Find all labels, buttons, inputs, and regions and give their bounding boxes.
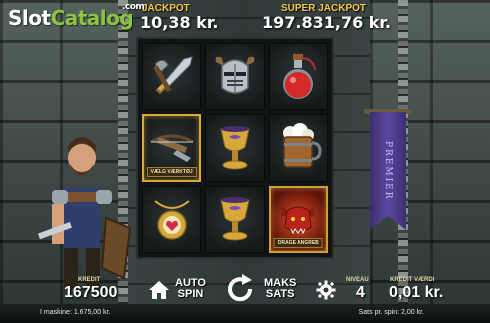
gear-icon bbox=[316, 280, 336, 300]
bet-per-spin: Sats pr. spin: 2,00 kr. bbox=[358, 309, 424, 316]
goblet-icon bbox=[220, 197, 250, 241]
dragon-icon bbox=[281, 205, 316, 235]
autospin-label-line2: SPIN bbox=[177, 288, 204, 300]
credit-value-amount[interactable]: 0,01 kr. bbox=[389, 284, 443, 302]
premier-banner[interactable]: PREMIER bbox=[370, 112, 406, 230]
symbol-golden-goblet bbox=[205, 114, 265, 182]
status-bar: I maskine: 1.675,00 kr. Sats pr. spin: 2… bbox=[0, 304, 490, 323]
symbol-knight-helmet bbox=[205, 43, 265, 111]
amulet-icon bbox=[154, 200, 190, 241]
bonus-label-dragon: DRAGE ANGREB bbox=[273, 238, 323, 248]
crossbow-icon bbox=[149, 134, 194, 162]
weapons-icon bbox=[152, 55, 193, 94]
credit-value-label: KREDIT VÆRDI bbox=[390, 277, 435, 283]
symbol-weapons bbox=[142, 43, 202, 111]
kredit-label: KREDIT bbox=[78, 277, 101, 283]
maxbet-label-line2: SATS bbox=[265, 288, 295, 300]
red-potion-icon bbox=[283, 53, 317, 99]
spin-icon bbox=[228, 274, 253, 302]
symbol-crossbow-bonus: VÆLG VÆRKTØJ bbox=[142, 114, 202, 182]
kredit-value: 167500 bbox=[64, 284, 118, 301]
niveau-value[interactable]: 4 bbox=[356, 284, 365, 302]
symbol-dragon-bonus: DRAGE ANGREB bbox=[268, 185, 328, 253]
symbol-golden-goblet-2 bbox=[205, 185, 265, 253]
autospin-button[interactable]: AUTO SPIN bbox=[175, 278, 206, 300]
hero-warrior-image bbox=[37, 137, 132, 288]
symbol-beer-mug bbox=[268, 114, 328, 182]
niveau-label: NIVEAU bbox=[346, 277, 369, 283]
super-jackpot-value: 197.831,76 kr. bbox=[262, 13, 392, 32]
symbol-red-potion bbox=[268, 43, 328, 111]
reel-grid: VÆLG VÆRKTØJ DRAGE ANGREB bbox=[136, 37, 334, 259]
jackpot-value: 10,38 kr. bbox=[140, 13, 219, 32]
game-stage: SlotCatalog .com JACKPOT 10,38 kr. SUPER… bbox=[0, 0, 490, 323]
knight-helmet-icon bbox=[215, 56, 255, 94]
brand-logo: SlotCatalog .com bbox=[8, 2, 145, 30]
symbol-amulet bbox=[142, 185, 202, 253]
beer-mug-icon bbox=[283, 122, 322, 168]
goblet-icon bbox=[220, 125, 250, 170]
max-bet-button[interactable]: MAKS SATS bbox=[264, 278, 296, 300]
home-button[interactable] bbox=[148, 280, 170, 305]
settings-button[interactable] bbox=[316, 280, 336, 305]
machine-balance: I maskine: 1.675,00 kr. bbox=[40, 309, 111, 316]
banner-label: PREMIER bbox=[383, 141, 393, 201]
home-icon bbox=[149, 281, 169, 299]
bonus-label-tools: VÆLG VÆRKTØJ bbox=[146, 166, 197, 177]
